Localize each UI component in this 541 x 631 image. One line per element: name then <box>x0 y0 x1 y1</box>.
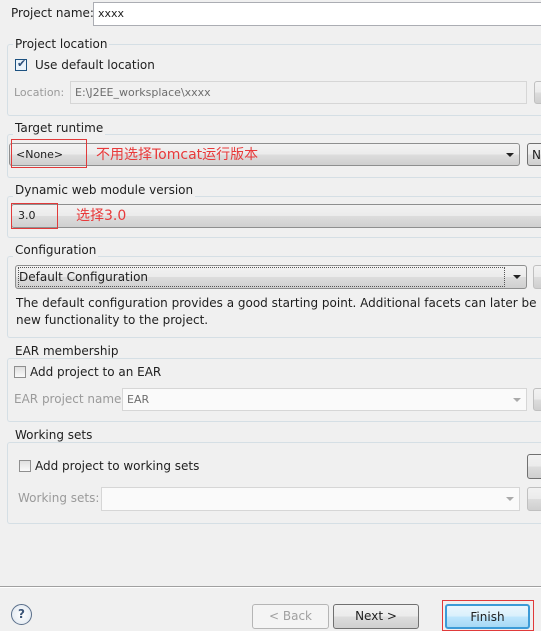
use-default-location-checkbox[interactable]: ✔ <box>15 57 27 71</box>
configuration-title: Configuration <box>13 243 99 257</box>
configuration-value: Default Configuration <box>18 267 505 287</box>
project-location-group <box>7 44 541 116</box>
working-sets-title: Working sets <box>13 428 95 442</box>
working-sets-select[interactable] <box>101 487 520 511</box>
back-button[interactable]: < Back <box>252 604 329 629</box>
working-sets-browse-button[interactable] <box>527 487 541 511</box>
annotation-version: 选择3.0 <box>76 208 127 224</box>
chevron-down-icon <box>513 275 521 279</box>
ear-title: EAR membership <box>13 344 121 358</box>
checkmark-icon: ✔ <box>17 57 27 70</box>
help-icon[interactable]: ? <box>11 604 32 625</box>
chevron-down-icon <box>513 398 521 402</box>
configuration-description-2: new functionality to the project. <box>16 313 209 327</box>
select-working-sets-button[interactable] <box>527 454 541 479</box>
footer-divider <box>0 586 541 588</box>
annotation-box-finish <box>442 600 534 631</box>
working-sets-label: Working sets: <box>18 491 100 505</box>
modify-configuration-button[interactable] <box>533 265 541 289</box>
target-runtime-title: Target runtime <box>13 121 106 135</box>
project-location-title: Project location <box>13 37 110 51</box>
configuration-select[interactable]: Default Configuration <box>15 265 527 289</box>
next-button[interactable]: Next > <box>333 604 419 629</box>
annotation-box-runtime <box>11 139 87 168</box>
chevron-down-icon <box>506 497 514 501</box>
browse-button[interactable] <box>534 81 541 104</box>
ear-project-name-label: EAR project name: <box>14 392 126 406</box>
ear-project-name-value: EAR <box>127 393 150 406</box>
location-label: Location: <box>14 86 65 99</box>
new-runtime-button[interactable]: N <box>527 143 541 166</box>
add-to-ear-checkbox[interactable] <box>14 366 26 378</box>
use-default-location-label: Use default location <box>35 58 155 72</box>
project-name-label: Project name: <box>11 6 94 20</box>
chevron-down-icon <box>506 153 514 157</box>
working-sets-group <box>7 442 541 524</box>
annotation-runtime: 不用选择Tomcat运行版本 <box>96 147 259 163</box>
add-to-working-sets-checkbox[interactable] <box>19 460 31 472</box>
configuration-description-1: The default configuration provides a goo… <box>16 296 541 310</box>
web-module-title: Dynamic web module version <box>13 183 196 197</box>
ear-project-name-select[interactable]: EAR <box>122 388 527 411</box>
location-input[interactable]: E:\J2EE_worksplace\xxxx <box>70 81 527 104</box>
project-name-input[interactable]: xxxx <box>93 2 541 26</box>
add-to-ear-label: Add project to an EAR <box>30 365 162 379</box>
add-to-working-sets-label: Add project to working sets <box>35 459 200 473</box>
new-ear-button[interactable] <box>533 388 541 411</box>
annotation-box-version <box>11 203 58 229</box>
